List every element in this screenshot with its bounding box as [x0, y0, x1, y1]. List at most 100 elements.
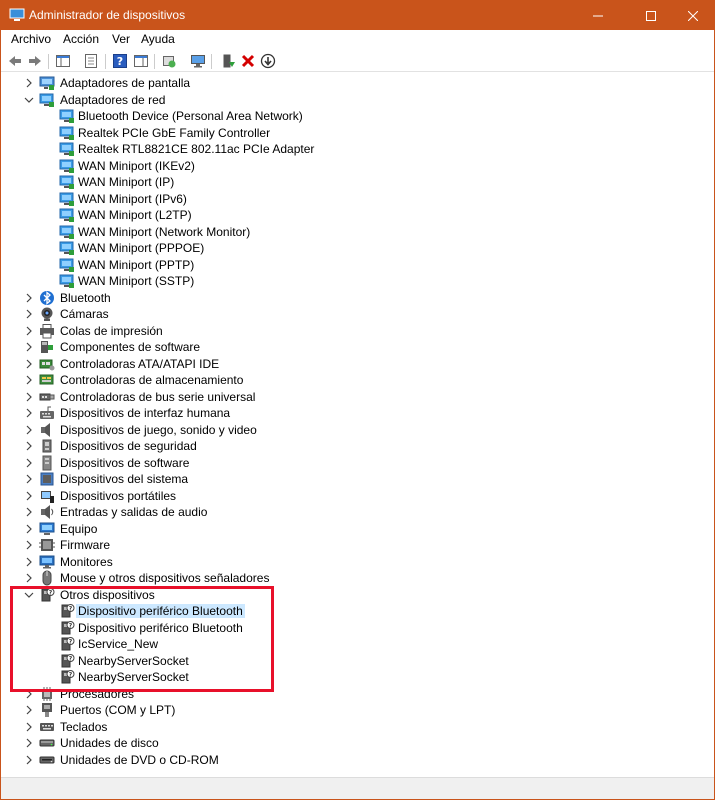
chevron-right-icon[interactable] [23, 325, 35, 337]
tree-category[interactable]: Colas de impresión [1, 323, 701, 340]
chevron-right-icon[interactable] [23, 341, 35, 353]
back-button[interactable] [7, 53, 23, 69]
enable-device-button[interactable] [220, 53, 236, 69]
tree-category[interactable]: Teclados [1, 719, 701, 736]
tree-device[interactable]: WAN Miniport (Network Monitor) [1, 224, 701, 241]
forward-button[interactable] [27, 53, 43, 69]
maximize-button[interactable] [628, 1, 674, 30]
menu-archivo[interactable]: Archivo [11, 32, 51, 46]
chevron-right-icon[interactable] [23, 506, 35, 518]
tree-category[interactable]: Monitores [1, 554, 701, 571]
help-button[interactable]: ? [112, 53, 128, 69]
uninstall-device-icon [241, 54, 255, 68]
show-hide-console-tree-button[interactable] [55, 53, 71, 69]
tree-category[interactable]: Puertos (COM y LPT) [1, 702, 701, 719]
device-manager-app-icon [9, 8, 25, 21]
chevron-right-icon[interactable] [23, 292, 35, 304]
hid-icon [40, 406, 54, 419]
tree-category[interactable]: Firmware [1, 537, 701, 554]
tree-category[interactable]: Controladoras de bus serie universal [1, 389, 701, 406]
ide-controller-icon [39, 359, 55, 370]
tree-device[interactable]: WAN Miniport (L2TP) [1, 207, 701, 224]
tree-device[interactable]: WAN Miniport (IPv6) [1, 191, 701, 208]
chevron-right-icon[interactable] [23, 721, 35, 733]
tree-category[interactable]: Unidades de DVD o CD-ROM [1, 752, 701, 769]
uninstall-device-button[interactable] [240, 53, 256, 69]
menu-ver[interactable]: Ver [112, 32, 130, 46]
tree-device[interactable]: Realtek RTL8821CE 802.11ac PCIe Adapter [1, 141, 701, 158]
update-driver-button[interactable] [161, 53, 177, 69]
tree-item-label: WAN Miniport (PPPOE) [78, 241, 205, 255]
tree-category[interactable]: Bluetooth [1, 290, 701, 307]
show-hide-console-tree-icon [56, 55, 70, 67]
tree-item-label: Entradas y salidas de audio [60, 505, 208, 519]
tree-item-label: Equipo [60, 521, 98, 536]
tree-category[interactable]: Adaptadores de pantalla [1, 75, 701, 92]
action-pane-button[interactable] [133, 53, 149, 69]
chevron-right-icon[interactable] [23, 704, 35, 716]
scan-hardware-icon [191, 55, 205, 68]
chevron-right-icon[interactable] [23, 754, 35, 766]
network-adapter-icon [59, 274, 74, 288]
chevron-right-icon[interactable] [23, 572, 35, 584]
toolbar-separator [211, 54, 212, 69]
tree-category[interactable]: Mouse y otros dispositivos señaladores [1, 570, 701, 587]
chevron-right-icon[interactable] [23, 391, 35, 403]
tree-category[interactable]: Dispositivos de interfaz humana [1, 405, 701, 422]
tree-category[interactable]: Dispositivos de software [1, 455, 701, 472]
tree-category[interactable]: Dispositivos portátiles [1, 488, 701, 505]
toolbar-separator [105, 54, 106, 69]
chevron-right-icon[interactable] [23, 440, 35, 452]
chevron-down-icon[interactable] [23, 94, 35, 106]
tree-category[interactable]: Componentes de software [1, 339, 701, 356]
chevron-right-icon[interactable] [23, 539, 35, 551]
tree-category[interactable]: Controladoras de almacenamiento [1, 372, 701, 389]
chevron-right-icon[interactable] [23, 556, 35, 568]
tree-device[interactable]: WAN Miniport (IKEv2) [1, 158, 701, 175]
title-bar[interactable]: Administrador de dispositivos [1, 1, 714, 30]
chevron-right-icon[interactable] [23, 473, 35, 485]
chevron-right-icon[interactable] [23, 77, 35, 89]
close-button[interactable] [670, 1, 715, 30]
tree-device[interactable]: WAN Miniport (IP) [1, 174, 701, 191]
chevron-right-icon[interactable] [23, 358, 35, 370]
chevron-right-icon[interactable] [23, 457, 35, 469]
chevron-right-icon[interactable] [23, 523, 35, 535]
toolbar: ? [1, 50, 714, 72]
network-adapter-icon [59, 109, 74, 123]
chevron-right-icon[interactable] [23, 737, 35, 749]
tree-device[interactable]: WAN Miniport (PPTP) [1, 257, 701, 274]
chevron-right-icon[interactable] [23, 424, 35, 436]
menu-accion[interactable]: Acción [63, 32, 99, 46]
disable-device-button[interactable] [260, 53, 276, 69]
help-icon: ? [113, 54, 127, 68]
tree-device[interactable]: Bluetooth Device (Personal Area Network) [1, 108, 701, 125]
tree-category[interactable]: Dispositivos del sistema [1, 471, 701, 488]
menu-ayuda[interactable]: Ayuda [141, 32, 175, 46]
tree-device[interactable]: Realtek PCIe GbE Family Controller [1, 125, 701, 142]
tree-category[interactable]: Dispositivos de seguridad [1, 438, 701, 455]
chevron-right-icon[interactable] [23, 490, 35, 502]
minimize-button[interactable] [575, 1, 621, 30]
scan-hardware-button[interactable] [190, 53, 206, 69]
chevron-right-icon[interactable] [23, 407, 35, 419]
tree-item-label: Firmware [60, 538, 110, 552]
chevron-right-icon[interactable] [23, 374, 35, 386]
tree-item-label: WAN Miniport (IKEv2) [78, 158, 195, 173]
tree-item-label: Monitores [60, 554, 113, 569]
tree-category[interactable]: Cámaras [1, 306, 701, 323]
chevron-right-icon[interactable] [23, 308, 35, 320]
speaker-icon [41, 422, 50, 437]
tree-category[interactable]: Controladoras ATA/ATAPI IDE [1, 356, 701, 373]
tree-category[interactable]: Adaptadores de red [1, 92, 701, 109]
tree-category[interactable]: Entradas y salidas de audio [1, 504, 701, 521]
tree-item-label: WAN Miniport (PPTP) [78, 257, 195, 272]
tree-device[interactable]: WAN Miniport (SSTP) [1, 273, 701, 290]
status-bar [1, 777, 714, 799]
tree-item-label: Dispositivos de interfaz humana [60, 406, 231, 420]
properties-button[interactable] [83, 53, 99, 69]
tree-category[interactable]: Equipo [1, 521, 701, 538]
tree-category[interactable]: Dispositivos de juego, sonido y video [1, 422, 701, 439]
tree-device[interactable]: WAN Miniport (PPPOE) [1, 240, 701, 257]
tree-category[interactable]: Unidades de disco [1, 735, 701, 752]
